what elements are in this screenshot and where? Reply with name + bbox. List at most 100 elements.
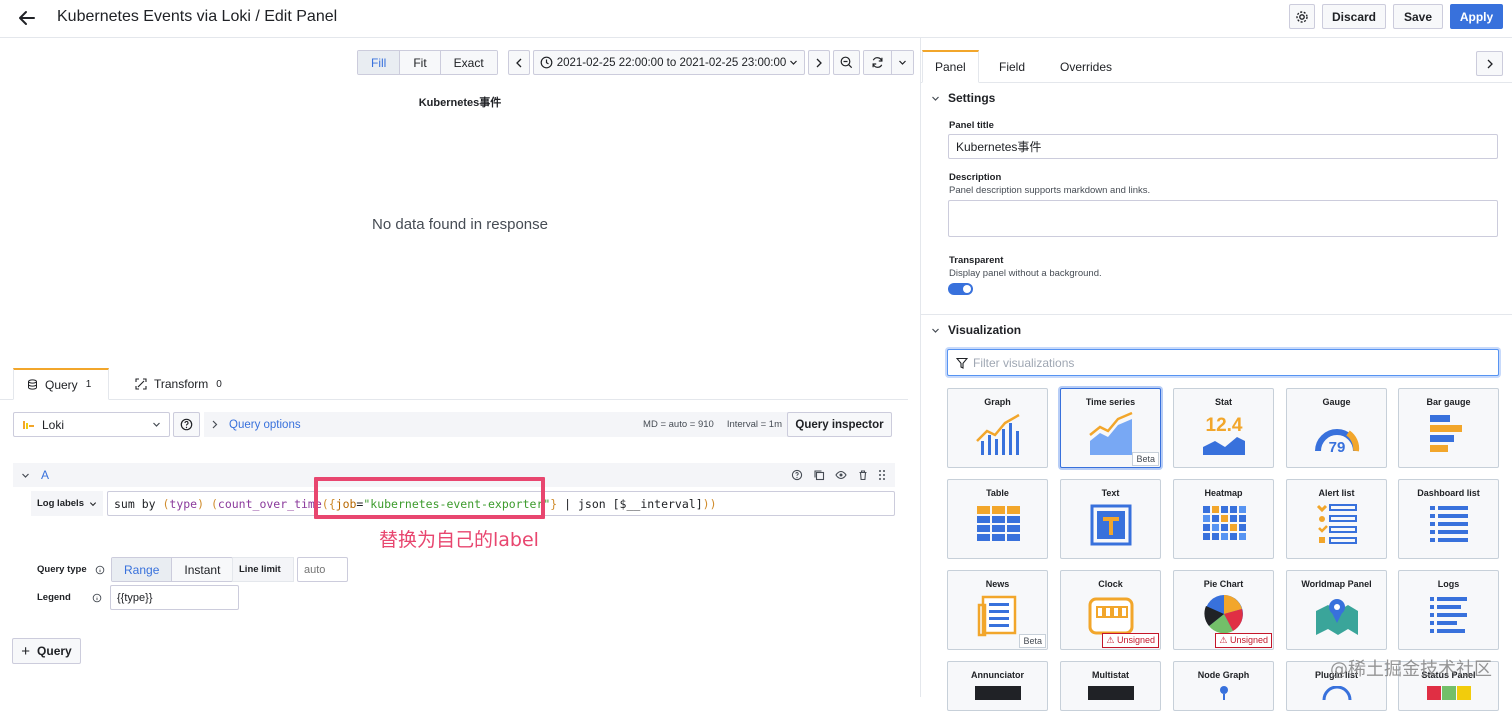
viz-card-bar-gauge[interactable]: Bar gauge <box>1398 388 1499 468</box>
time-shift-forward-button[interactable] <box>807 50 830 75</box>
filter-placeholder: Filter visualizations <box>973 355 1075 370</box>
viz-card-annunciator[interactable]: Annunciator <box>947 661 1048 711</box>
save-button[interactable]: Save <box>1393 4 1443 29</box>
fill-button[interactable]: Fill <box>358 51 401 74</box>
back-arrow-icon[interactable] <box>14 5 40 31</box>
time-shift-back-button[interactable] <box>507 50 530 75</box>
viz-card-time-series[interactable]: Time series Beta <box>1060 388 1161 468</box>
collapse-pane-button[interactable] <box>1476 51 1503 76</box>
viz-name: News <box>985 579 1010 589</box>
viz-card-text[interactable]: Text <box>1060 479 1161 559</box>
viz-name: Stat <box>1214 397 1232 407</box>
visualization-section-toggle[interactable]: Visualization <box>931 323 1021 337</box>
viz-card-heatmap[interactable]: Heatmap <box>1173 479 1274 559</box>
viz-name: Plugin list <box>1314 670 1358 680</box>
tab-transform-count: 0 <box>216 378 222 390</box>
tab-overrides[interactable]: Overrides <box>1060 50 1112 83</box>
query-token: } <box>550 496 558 511</box>
instant-button[interactable]: Instant <box>172 558 233 581</box>
viz-name: Worldmap Panel <box>1301 579 1372 589</box>
clock-icon <box>540 56 553 69</box>
viz-card-gauge[interactable]: Gauge 79 <box>1286 388 1387 468</box>
question-circle-icon <box>180 418 193 431</box>
fit-button[interactable]: Fit <box>400 51 441 74</box>
viz-card-pie-chart[interactable]: Pie Chart ⚠ Unsigned <box>1173 570 1274 650</box>
exact-button[interactable]: Exact <box>440 51 497 74</box>
query-token: ( <box>162 496 170 511</box>
query-ref-id[interactable]: A <box>41 468 49 482</box>
add-query-button[interactable]: + Query <box>12 638 81 664</box>
size-mode-group: Fill Fit Exact <box>357 50 498 75</box>
viz-card-graph[interactable]: Graph <box>947 388 1048 468</box>
viz-card-plugin-list[interactable]: Plugin list <box>1286 661 1387 711</box>
legend-input[interactable]: {{type}} <box>110 585 239 610</box>
tab-query[interactable]: Query 1 <box>13 368 109 400</box>
warning-icon: ⚠ <box>1219 635 1230 645</box>
query-inspector-button[interactable]: Query inspector <box>787 412 892 437</box>
viz-card-news[interactable]: News Beta <box>947 570 1048 650</box>
query-token: = <box>356 496 364 511</box>
panel-title-input[interactable]: Kubernetes事件 <box>948 134 1498 159</box>
info-icon <box>95 565 104 574</box>
text-icon <box>1090 504 1132 546</box>
settings-section-toggle[interactable]: Settings <box>931 91 995 105</box>
viz-name: Status Panel <box>1421 670 1476 680</box>
viz-card-multistat[interactable]: Multistat <box>1060 661 1161 711</box>
discard-button[interactable]: Discard <box>1322 4 1386 29</box>
eye-icon[interactable] <box>835 469 847 481</box>
viz-card-logs[interactable]: Logs <box>1398 570 1499 650</box>
datasource-help-button[interactable] <box>173 412 200 437</box>
query-token: ) <box>197 496 211 511</box>
refresh-button[interactable] <box>863 51 892 74</box>
log-labels-button[interactable]: Log labels <box>31 491 103 516</box>
loki-query-input[interactable]: sum by (type) (count_over_time({job = "kub… <box>107 491 895 516</box>
refresh-interval-dropdown[interactable] <box>891 51 913 74</box>
viz-name: Dashboard list <box>1417 488 1480 498</box>
plus-icon: + <box>21 642 31 660</box>
logs-icon <box>1430 597 1467 633</box>
query-token: { <box>328 496 336 511</box>
tab-field[interactable]: Field <box>999 50 1025 83</box>
viz-card-clock[interactable]: Clock ⚠ Unsigned <box>1060 570 1161 650</box>
viz-card-node-graph[interactable]: Node Graph <box>1173 661 1274 711</box>
viz-card-table[interactable]: Table <box>947 479 1048 559</box>
zoom-out-button[interactable] <box>832 50 860 75</box>
settings-gear-button[interactable] <box>1289 4 1315 29</box>
tab-transform[interactable]: Transform 0 <box>135 368 222 400</box>
node-graph-icon <box>1220 686 1228 700</box>
legend-label: Legend <box>31 585 107 610</box>
graph-icon <box>976 413 1020 455</box>
transparent-label: Transparent <box>949 255 1004 266</box>
time-range-picker[interactable]: 2021-02-25 22:00:00 to 2021-02-25 23:00:… <box>532 50 805 75</box>
filter-icon <box>956 357 968 369</box>
viz-card-alert-list[interactable]: Alert list <box>1286 479 1387 559</box>
status-panel-icon <box>1427 686 1471 700</box>
viz-name: Text <box>1101 488 1120 498</box>
description-textarea[interactable] <box>948 200 1498 237</box>
viz-card-stat[interactable]: Stat 12.4 <box>1173 388 1274 468</box>
beta-badge: Beta <box>1132 452 1159 466</box>
viz-card-dashboard-list[interactable]: Dashboard list <box>1398 479 1499 559</box>
tab-panel[interactable]: Panel <box>922 50 979 83</box>
line-limit-input[interactable] <box>297 557 348 582</box>
viz-card-status-panel[interactable]: Status Panel <box>1398 661 1499 711</box>
datasource-picker[interactable]: Loki <box>13 412 170 437</box>
help-icon[interactable] <box>791 469 803 481</box>
drag-handle-icon[interactable] <box>877 469 887 481</box>
duplicate-icon[interactable] <box>813 469 825 481</box>
chevron-down-icon[interactable] <box>21 471 30 480</box>
interval-text: Interval = 1m <box>726 419 782 430</box>
query-token: sum by <box>114 496 163 511</box>
trash-icon[interactable] <box>857 469 869 481</box>
viz-name: Bar gauge <box>1426 397 1471 407</box>
query-options-bar[interactable]: Query options MD = auto = 910 Interval =… <box>204 412 790 437</box>
range-button[interactable]: Range <box>112 558 173 581</box>
transparent-toggle[interactable] <box>948 283 973 295</box>
apply-button[interactable]: Apply <box>1450 4 1503 29</box>
viz-card-worldmap[interactable]: Worldmap Panel <box>1286 570 1387 650</box>
filter-visualizations-input[interactable]: Filter visualizations <box>947 349 1499 376</box>
query-type-text: Query type <box>37 564 87 575</box>
gauge-value: 79 <box>1329 439 1346 456</box>
visualization-heading: Visualization <box>948 323 1022 337</box>
transparent-hint: Display panel without a background. <box>949 268 1102 279</box>
